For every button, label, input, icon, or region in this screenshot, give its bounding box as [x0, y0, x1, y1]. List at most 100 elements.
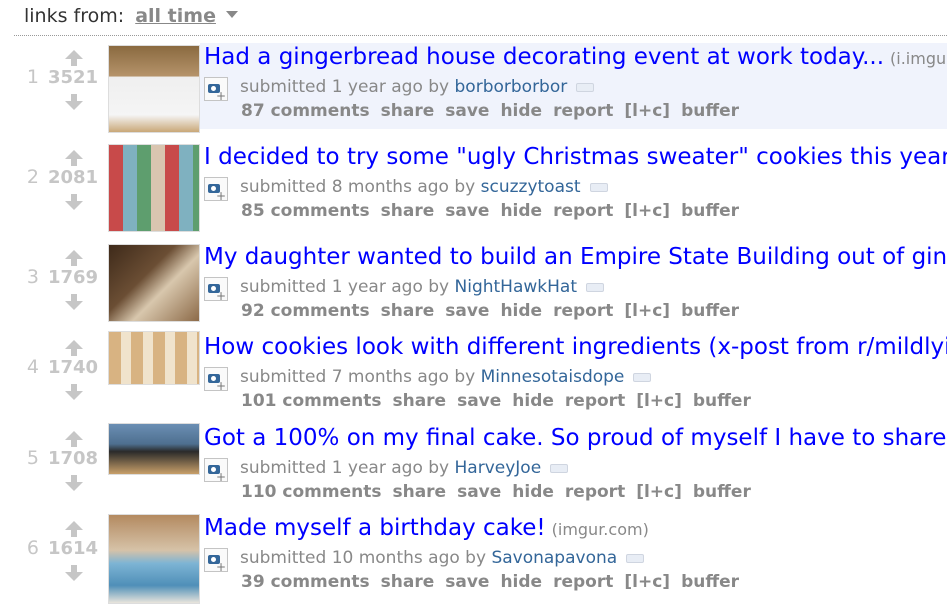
buffer-button[interactable]: buffer: [681, 572, 739, 592]
downvote-arrow-icon[interactable]: [65, 565, 83, 581]
comments-link[interactable]: 39 comments: [241, 572, 370, 592]
downvote-arrow-icon[interactable]: [65, 194, 83, 210]
post-thumbnail[interactable]: [108, 514, 200, 604]
save-button[interactable]: save: [457, 482, 501, 502]
post-thumbnail[interactable]: [108, 423, 200, 475]
post-title[interactable]: Got a 100% on my final cake. So proud of…: [204, 425, 946, 451]
buffer-button[interactable]: buffer: [681, 301, 739, 321]
share-button[interactable]: share: [381, 572, 435, 592]
author-link[interactable]: scuzzytoast: [481, 177, 581, 197]
report-button[interactable]: report: [565, 482, 625, 502]
link-comments-button[interactable]: [l+c]: [624, 201, 670, 221]
post-title[interactable]: My daughter wanted to build an Empire St…: [204, 244, 947, 270]
submitted-text: submitted 10 months ago by: [240, 548, 487, 568]
hide-button[interactable]: hide: [512, 482, 554, 502]
upvote-arrow-icon[interactable]: [65, 150, 83, 166]
plus-icon: +: [215, 560, 226, 574]
image-expando-icon[interactable]: +: [204, 548, 228, 574]
post-title[interactable]: How cookies look with different ingredie…: [204, 334, 947, 360]
link-comments-button[interactable]: [l+c]: [636, 391, 682, 411]
link-comments-button[interactable]: [l+c]: [624, 572, 670, 592]
post-actions: 101 comments share save hide report [l+c] buff…: [241, 391, 762, 411]
save-button[interactable]: save: [445, 301, 489, 321]
flair-tag-icon[interactable]: [589, 182, 608, 192]
report-button[interactable]: report: [565, 391, 625, 411]
comments-link[interactable]: 92 comments: [241, 301, 370, 321]
buffer-button[interactable]: buffer: [681, 101, 739, 121]
post-title[interactable]: Had a gingerbread house decorating event…: [204, 44, 884, 70]
author-link[interactable]: borborborbor: [455, 77, 568, 97]
post-thumbnail[interactable]: [108, 244, 200, 322]
downvote-arrow-icon[interactable]: [65, 475, 83, 491]
comments-link[interactable]: 85 comments: [241, 201, 370, 221]
hide-button[interactable]: hide: [500, 572, 542, 592]
post-score: 2081: [47, 167, 99, 188]
flair-tag-icon[interactable]: [633, 372, 652, 382]
save-button[interactable]: save: [445, 572, 489, 592]
downvote-arrow-icon[interactable]: [65, 294, 83, 310]
post-domain[interactable]: (imgur.com): [552, 520, 649, 539]
upvote-arrow-icon[interactable]: [65, 431, 83, 447]
downvote-arrow-icon[interactable]: [65, 94, 83, 110]
post-title-link[interactable]: My daughter wanted to build an Empire St…: [204, 244, 947, 270]
link-comments-button[interactable]: [l+c]: [636, 482, 682, 502]
author-link[interactable]: HarveyJoe: [455, 458, 542, 478]
buffer-button[interactable]: buffer: [693, 391, 751, 411]
image-expando-icon[interactable]: +: [204, 458, 228, 484]
buffer-button[interactable]: buffer: [681, 201, 739, 221]
hide-button[interactable]: hide: [500, 301, 542, 321]
image-expando-icon[interactable]: +: [204, 77, 228, 103]
buffer-button[interactable]: buffer: [693, 482, 751, 502]
image-expando-icon[interactable]: +: [204, 277, 228, 303]
share-button[interactable]: share: [392, 391, 446, 411]
post-thumbnail[interactable]: [108, 45, 200, 133]
post-title-link[interactable]: Had a gingerbread house decorating event…: [204, 44, 946, 70]
save-button[interactable]: save: [457, 391, 501, 411]
post-thumbnail[interactable]: [108, 331, 200, 385]
post-title-link[interactable]: Got a 100% on my final cake. So proud of…: [204, 425, 946, 451]
flair-tag-icon[interactable]: [626, 553, 645, 563]
upvote-arrow-icon[interactable]: [65, 250, 83, 266]
post-title-link[interactable]: Made myself a birthday cake! (imgur.com): [204, 515, 649, 541]
upvote-arrow-icon[interactable]: [65, 50, 83, 66]
comments-link[interactable]: 87 comments: [241, 101, 370, 121]
upvote-arrow-icon[interactable]: [65, 340, 83, 356]
post-domain[interactable]: (i.imgu: [890, 49, 946, 68]
image-expando-icon[interactable]: +: [204, 367, 228, 393]
hide-button[interactable]: hide: [500, 101, 542, 121]
downvote-arrow-icon[interactable]: [65, 384, 83, 400]
report-button[interactable]: report: [553, 201, 613, 221]
share-button[interactable]: share: [381, 101, 435, 121]
flair-tag-icon[interactable]: [550, 463, 569, 473]
hide-button[interactable]: hide: [500, 201, 542, 221]
link-comments-button[interactable]: [l+c]: [624, 101, 670, 121]
save-button[interactable]: save: [445, 101, 489, 121]
hide-button[interactable]: hide: [512, 391, 554, 411]
chevron-down-icon[interactable]: [226, 11, 239, 18]
post-thumbnail[interactable]: [108, 144, 200, 232]
link-comments-button[interactable]: [l+c]: [624, 301, 670, 321]
post-title[interactable]: Made myself a birthday cake!: [204, 515, 546, 541]
save-button[interactable]: save: [445, 201, 489, 221]
share-button[interactable]: share: [381, 201, 435, 221]
post-score: 3521: [47, 67, 99, 88]
post-title-link[interactable]: I decided to try some "ugly Christmas sw…: [204, 144, 947, 170]
comments-link[interactable]: 101 comments: [241, 391, 381, 411]
upvote-arrow-icon[interactable]: [65, 521, 83, 537]
author-link[interactable]: Savonapavona: [491, 548, 617, 568]
time-filter-dropdown[interactable]: all time: [135, 5, 216, 27]
comments-link[interactable]: 110 comments: [241, 482, 381, 502]
post-title[interactable]: I decided to try some "ugly Christmas sw…: [204, 144, 947, 170]
share-button[interactable]: share: [392, 482, 446, 502]
flair-tag-icon[interactable]: [586, 282, 605, 292]
report-button[interactable]: report: [553, 301, 613, 321]
image-expando-icon[interactable]: +: [204, 177, 228, 203]
post-title-link[interactable]: How cookies look with different ingredie…: [204, 334, 947, 360]
share-button[interactable]: share: [381, 301, 435, 321]
author-link[interactable]: NightHawkHat: [455, 277, 578, 297]
author-link[interactable]: Minnesotaisdope: [481, 367, 625, 387]
submitted-text: submitted 7 months ago by: [240, 367, 476, 387]
report-button[interactable]: report: [553, 572, 613, 592]
report-button[interactable]: report: [553, 101, 613, 121]
flair-tag-icon[interactable]: [576, 82, 595, 92]
